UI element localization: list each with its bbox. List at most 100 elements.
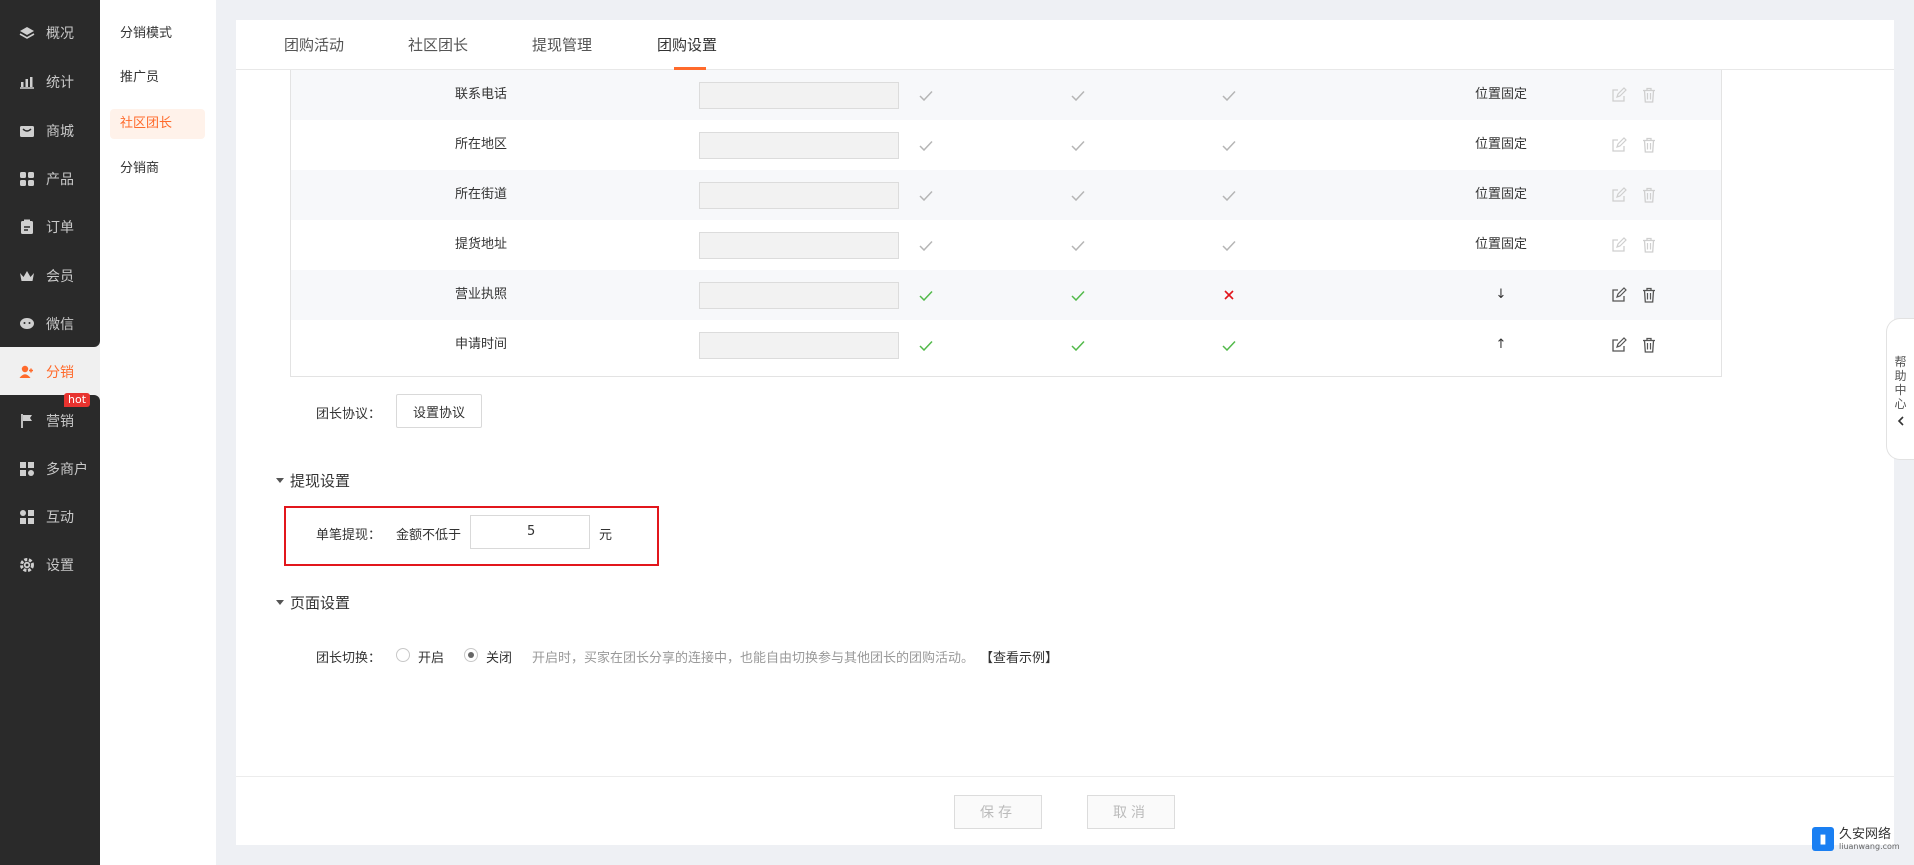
tab-group-settings[interactable]: 团购设置 xyxy=(657,34,717,55)
radio-on-label[interactable]: 开启 xyxy=(418,647,444,666)
check-icon xyxy=(906,120,946,170)
trash-icon xyxy=(1639,170,1659,220)
check-icon xyxy=(906,170,946,220)
tab-community-leader[interactable]: 社区团长 xyxy=(408,34,468,55)
nav-item-merchant[interactable]: 多商户 xyxy=(0,449,100,489)
nav-item-marketing[interactable]: 营销 xyxy=(0,401,100,441)
subnav-item-distribution-mode[interactable]: 分销模式 xyxy=(110,19,205,49)
hot-badge: hot xyxy=(64,393,91,407)
nav-item-product[interactable]: 产品 xyxy=(0,159,100,199)
gear-icon xyxy=(18,556,36,574)
grid-icon xyxy=(18,170,36,188)
leader-switch-label: 团长切换： xyxy=(316,651,382,666)
field-preview-input xyxy=(699,182,899,209)
check-icon xyxy=(1209,170,1249,220)
radio-off[interactable] xyxy=(464,648,478,662)
field-name: 营业执照 xyxy=(454,287,507,302)
section-title-text: 提现设置 xyxy=(290,472,351,490)
radio-off-label[interactable]: 关闭 xyxy=(486,647,512,666)
nav-item-stats[interactable]: 统计 xyxy=(0,62,100,102)
help-char: 中 xyxy=(1894,383,1907,397)
subnav-item-distributor[interactable]: 分销商 xyxy=(110,154,205,184)
nav-item-interact[interactable]: 互动 xyxy=(0,497,100,537)
field-table: 联系电话 位置固定 所在地区 位置固定 所在街道 位置固定 提货地址 位置固定 营业执照 ↓ 申请时… xyxy=(290,70,1722,377)
order-arrow[interactable]: ↑ xyxy=(1461,320,1541,370)
table-row: 所在街道 位置固定 xyxy=(291,170,1721,220)
tab-group-activity[interactable]: 团购活动 xyxy=(284,34,344,55)
nav-label: 商城 xyxy=(46,124,74,140)
edit-icon[interactable] xyxy=(1609,270,1629,320)
view-example-link[interactable]: 【查看示例】 xyxy=(980,647,1058,666)
field-preview-input xyxy=(699,232,899,259)
flag-icon xyxy=(18,412,36,430)
field-name: 提货地址 xyxy=(454,237,507,252)
check-icon[interactable] xyxy=(906,270,946,320)
check-icon[interactable] xyxy=(1058,320,1098,370)
set-agreement-button[interactable]: 设置协议 xyxy=(396,394,482,428)
min-withdraw-input[interactable]: 5 xyxy=(470,515,590,549)
help-center-tab[interactable]: 帮 助 中 心 xyxy=(1886,318,1914,460)
leader-switch-hint: 开启时，买家在团长分享的连接中，也能自由切换参与其他团长的团购活动。 xyxy=(532,651,975,666)
table-row: 提货地址 位置固定 xyxy=(291,220,1721,270)
withdraw-section-title[interactable]: 提现设置 xyxy=(276,470,350,491)
check-icon xyxy=(1209,120,1249,170)
section-title-text: 页面设置 xyxy=(290,594,351,612)
check-icon xyxy=(1058,70,1098,120)
caret-down-icon xyxy=(276,478,284,483)
nav-item-member[interactable]: 会员 xyxy=(0,256,100,296)
check-icon[interactable] xyxy=(906,320,946,370)
withdraw-unit: 元 xyxy=(599,528,613,543)
nav-item-distribution[interactable]: 分销 xyxy=(0,352,100,392)
table-row: 所在地区 位置固定 xyxy=(291,120,1721,170)
save-button[interactable]: 保存 xyxy=(954,795,1042,829)
edit-icon xyxy=(1609,70,1629,120)
nav-label: 订单 xyxy=(46,220,74,236)
radio-on[interactable] xyxy=(396,648,410,662)
caret-down-icon xyxy=(276,600,284,605)
main-nav: 概况 统计 商城 产品 订单 会员 微信 分销 营销 多商户 互动 设置 hot xyxy=(0,0,100,865)
edit-icon[interactable] xyxy=(1609,320,1629,370)
interact-icon xyxy=(18,508,36,526)
check-icon xyxy=(906,70,946,120)
nav-label: 微信 xyxy=(46,317,74,333)
main-content: 团购活动 社区团长 提现管理 团购设置 联系电话 位置固定 所在地区 位置固定 所在街道… xyxy=(236,20,1894,845)
nav-label: 互动 xyxy=(46,510,74,526)
help-char: 帮 xyxy=(1894,355,1907,369)
nav-label: 设置 xyxy=(46,558,74,574)
trash-icon[interactable] xyxy=(1639,320,1659,370)
store-icon xyxy=(18,122,36,140)
nav-item-store[interactable]: 商城 xyxy=(0,111,100,151)
position-fixed-label: 位置固定 xyxy=(1474,137,1527,152)
position-fixed-label: 位置固定 xyxy=(1474,237,1527,252)
tab-withdraw-management[interactable]: 提现管理 xyxy=(532,34,592,55)
cross-icon[interactable] xyxy=(1209,270,1249,320)
nav-item-wechat[interactable]: 微信 xyxy=(0,304,100,344)
nav-label: 概况 xyxy=(46,26,74,42)
check-icon[interactable] xyxy=(1209,320,1249,370)
field-name: 所在地区 xyxy=(454,137,507,152)
subnav-item-community-leader[interactable]: 社区团长 xyxy=(110,109,205,139)
edit-icon xyxy=(1609,120,1629,170)
trash-icon[interactable] xyxy=(1639,270,1659,320)
field-name: 申请时间 xyxy=(454,337,507,352)
merchant-icon xyxy=(18,460,36,478)
nav-item-overview[interactable]: 概况 xyxy=(0,13,100,53)
nav-item-settings[interactable]: 设置 xyxy=(0,545,100,585)
check-icon[interactable] xyxy=(1058,270,1098,320)
nav-item-order[interactable]: 订单 xyxy=(0,207,100,247)
watermark-title: 久安网络 xyxy=(1839,826,1892,842)
edit-icon xyxy=(1609,170,1629,220)
subnav-item-promoter[interactable]: 推广员 xyxy=(110,63,205,93)
edit-icon xyxy=(1609,220,1629,270)
watermark-logo-icon: ▮ xyxy=(1812,827,1834,851)
cancel-button[interactable]: 取消 xyxy=(1087,795,1175,829)
check-icon xyxy=(1058,220,1098,270)
field-name: 所在街道 xyxy=(454,187,507,202)
field-preview-input xyxy=(699,282,899,309)
nav-label: 会员 xyxy=(46,269,74,285)
order-arrow[interactable]: ↓ xyxy=(1461,270,1541,320)
page-settings-section-title[interactable]: 页面设置 xyxy=(276,592,350,613)
field-preview-input xyxy=(699,332,899,359)
wechat-icon xyxy=(18,315,36,333)
table-row: 联系电话 位置固定 xyxy=(291,70,1721,120)
